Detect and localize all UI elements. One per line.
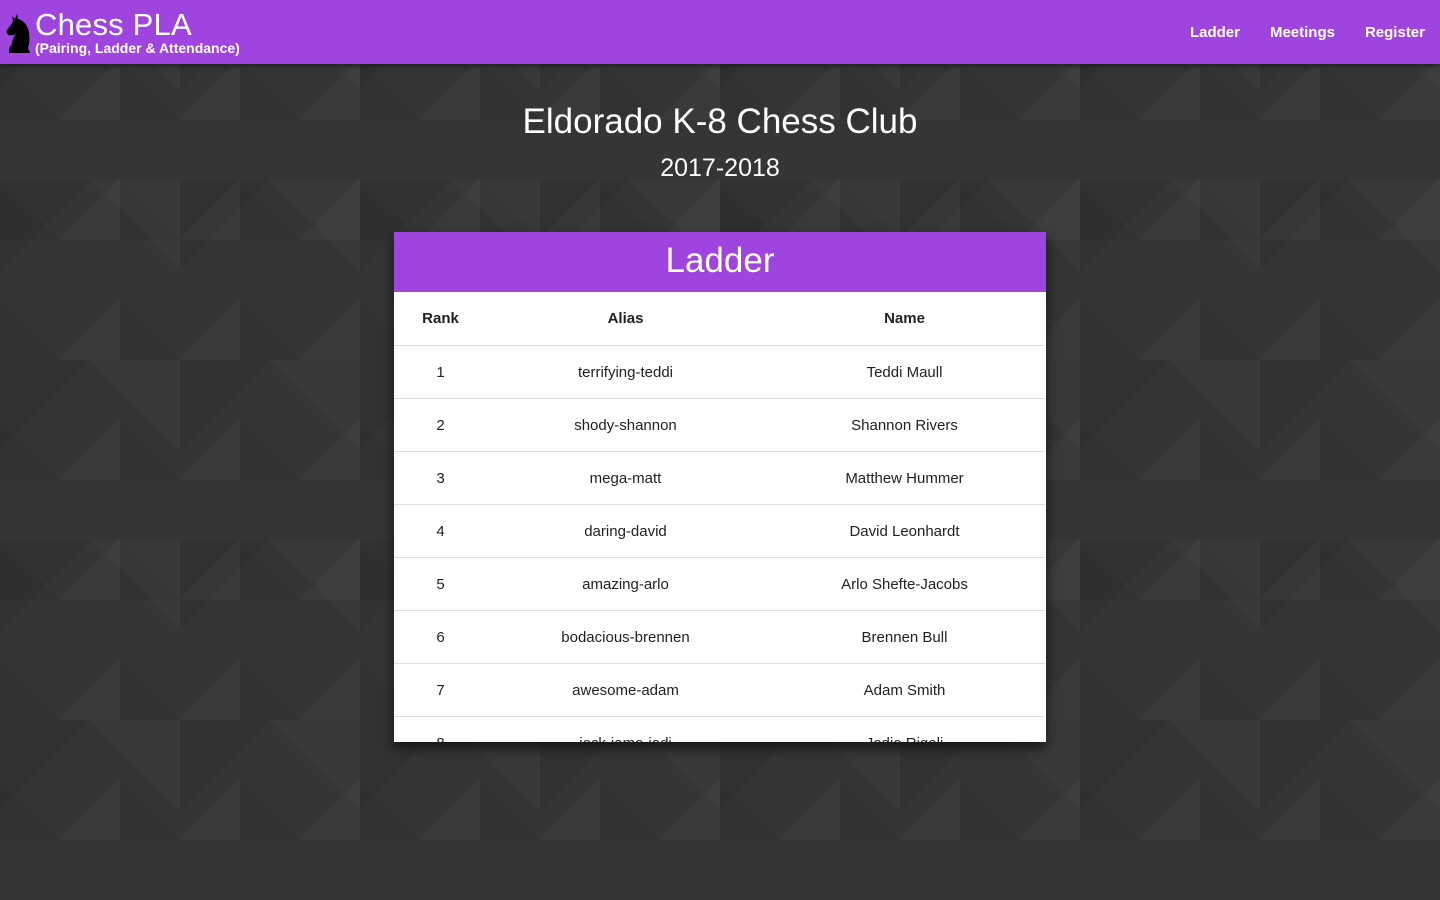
alias-cell: awesome-adam (487, 663, 764, 717)
navbar: Chess PLA (Pairing, Ladder & Attendance)… (0, 0, 1440, 64)
ladder-table: Rank Alias Name 1 terrifying-teddi Teddi… (394, 292, 1045, 742)
table-row[interactable]: 7 awesome-adam Adam Smith (394, 663, 1045, 717)
alias-cell: terrifying-teddi (487, 345, 764, 399)
table-row[interactable]: 3 mega-matt Matthew Hummer (394, 451, 1045, 505)
table-row[interactable]: 1 terrifying-teddi Teddi Maull (394, 345, 1045, 399)
app-subtitle: (Pairing, Ladder & Attendance) (35, 40, 240, 56)
nav-links: Ladder Meetings Register (1160, 0, 1425, 64)
rank-cell: 1 (394, 345, 487, 399)
name-cell: Arlo Shefte-Jacobs (764, 557, 1045, 611)
name-cell: Adam Smith (764, 663, 1045, 717)
rank-cell: 7 (394, 663, 487, 717)
nav-link-register[interactable]: Register (1365, 24, 1425, 41)
name-cell: Matthew Hummer (764, 451, 1045, 505)
knight-icon (6, 14, 31, 53)
nav-link-ladder[interactable]: Ladder (1190, 24, 1240, 41)
rank-cell: 6 (394, 610, 487, 664)
rank-cell: 8 (394, 716, 487, 742)
table-header-row: Rank Alias Name (394, 292, 1045, 346)
alias-cell: daring-david (487, 504, 764, 558)
rank-cell: 5 (394, 557, 487, 611)
nav-link-meetings[interactable]: Meetings (1270, 24, 1335, 41)
alias-cell: shody-shannon (487, 398, 764, 452)
alias-cell: jock-jamo-jodi (487, 716, 764, 742)
name-cell: Shannon Rivers (764, 398, 1045, 452)
table-row[interactable]: 4 daring-david David Leonhardt (394, 504, 1045, 558)
club-year: 2017-2018 (660, 154, 780, 182)
brand-text: Chess PLA (Pairing, Ladder & Attendance) (35, 7, 240, 56)
column-header-rank: Rank (394, 292, 487, 346)
table-row[interactable]: 6 bodacious-brennen Brennen Bull (394, 610, 1045, 664)
column-header-name: Name (764, 292, 1045, 346)
alias-cell: mega-matt (487, 451, 764, 505)
table-row[interactable]: 8 jock-jamo-jodi Jodie Rigoli (394, 716, 1045, 742)
ladder-card: Ladder Rank Alias Name 1 terrifying-tedd… (394, 232, 1046, 742)
alias-cell: bodacious-brennen (487, 610, 764, 664)
name-cell: Jodie Rigoli (764, 716, 1045, 742)
name-cell: Brennen Bull (764, 610, 1045, 664)
brand[interactable]: Chess PLA (Pairing, Ladder & Attendance) (4, 7, 240, 60)
table-row[interactable]: 2 shody-shannon Shannon Rivers (394, 398, 1045, 452)
column-header-alias: Alias (487, 292, 764, 346)
rank-cell: 4 (394, 504, 487, 558)
name-cell: Teddi Maull (764, 345, 1045, 399)
rank-cell: 3 (394, 451, 487, 505)
alias-cell: amazing-arlo (487, 557, 764, 611)
table-row[interactable]: 5 amazing-arlo Arlo Shefte-Jacobs (394, 557, 1045, 611)
ladder-title: Ladder (394, 232, 1046, 292)
rank-cell: 2 (394, 398, 487, 452)
name-cell: David Leonhardt (764, 504, 1045, 558)
app-title: Chess PLA (35, 7, 192, 42)
club-title: Eldorado K-8 Chess Club (522, 102, 918, 141)
